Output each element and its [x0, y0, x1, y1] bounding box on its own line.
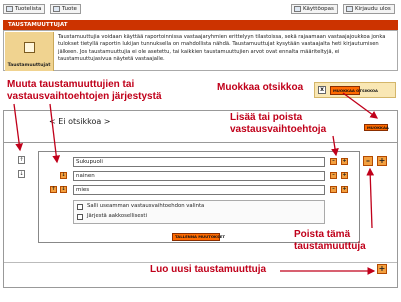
annotation-create-new: Luo uusi taustamuuttuja — [150, 264, 267, 275]
save-changes-button[interactable]: TALLENNA MUUTOKSET — [172, 233, 225, 241]
logout-button[interactable]: Kirjaudu ulos — [343, 4, 395, 14]
help-label: Käyttöopas — [303, 6, 334, 12]
product-button[interactable]: Tuote — [50, 4, 81, 14]
annotation-add-remove-options: Lisää tai poista vastausvaihtoehtoja — [230, 112, 327, 135]
remove-option-button[interactable]: – — [330, 172, 337, 179]
minus-icon: – — [332, 172, 335, 178]
minus-icon: – — [332, 158, 335, 164]
option-input[interactable]: mies — [73, 185, 325, 195]
add-option-button[interactable]: + — [341, 158, 348, 165]
variable-name-input[interactable]: Sukupuoli — [73, 157, 325, 167]
edit-title-button[interactable]: MUOKKAA OTSIKKOA — [330, 86, 378, 95]
description-panel: Taustamuuttujat Taustamuuttujia voidaan … — [3, 30, 398, 71]
remove-option-button[interactable]: – — [330, 186, 337, 193]
plus-icon: + — [378, 264, 386, 273]
plus-icon: + — [342, 172, 347, 178]
edit-button[interactable]: MUOKKAA — [364, 124, 389, 131]
add-variable-button[interactable]: + — [377, 156, 387, 166]
arrow-up-icon: ↑ — [19, 157, 24, 163]
annotation-remove-variable: Poista tämä taustamuuttuja — [294, 229, 366, 252]
annotation-reorder: Muuta taustamuuttujien tai vastausvaihto… — [7, 79, 162, 102]
allow-multiple-label: Salli useamman vastausvaihtoehdon valint… — [87, 203, 205, 209]
move-option-up-button[interactable]: ↑ — [50, 186, 57, 193]
move-variable-down-button[interactable]: ↓ — [18, 170, 25, 178]
variables-title: < Ei otsikkoa > — [49, 117, 111, 126]
sort-alphabetically-checkbox[interactable] — [77, 214, 83, 220]
arrow-down-icon: ↓ — [61, 172, 66, 178]
move-option-down-button[interactable]: ↓ — [60, 186, 67, 193]
arrow-down-icon: ↓ — [19, 171, 24, 177]
plus-icon: + — [378, 156, 386, 165]
product-label: Tuote — [62, 6, 77, 12]
title-edit-box: x MUOKKAA OTSIKKOA — [314, 82, 396, 98]
minus-icon: – — [332, 186, 335, 192]
create-variable-button[interactable]: + — [377, 264, 387, 274]
variables-icon — [24, 42, 35, 53]
options-settings: Salli useamman vastausvaihtoehdon valint… — [73, 200, 325, 224]
plus-icon: + — [342, 186, 347, 192]
remove-option-button[interactable]: – — [330, 158, 337, 165]
close-icon[interactable]: x — [318, 86, 326, 94]
list-icon — [6, 6, 13, 12]
background-variables-tile: Taustamuuttujat — [5, 32, 54, 71]
plus-icon: + — [342, 158, 347, 164]
arrow-down-icon: ↓ — [61, 186, 66, 192]
allow-multiple-checkbox[interactable] — [77, 204, 83, 210]
book-icon — [294, 6, 301, 12]
add-option-button[interactable]: + — [341, 186, 348, 193]
remove-variable-button[interactable]: – — [363, 156, 373, 166]
divider — [4, 262, 397, 263]
description-text: Taustamuuttujia voidaan käyttää raportoi… — [58, 34, 386, 62]
back-label: Tuotelista — [15, 6, 42, 12]
product-icon — [53, 6, 60, 12]
option-input[interactable]: nainen — [73, 171, 325, 181]
section-banner: TAUSTAMUUTTUJAT — [3, 20, 398, 30]
minus-icon: – — [366, 156, 370, 165]
logout-label: Kirjaudu ulos — [355, 6, 391, 12]
move-option-down-button[interactable]: ↓ — [60, 172, 67, 179]
move-variable-up-button[interactable]: ↑ — [18, 156, 25, 164]
sort-alphabetically-label: Järjestä aakkosellisesti — [87, 213, 147, 219]
logout-icon — [346, 6, 353, 12]
arrow-up-icon: ↑ — [51, 186, 56, 192]
help-guide-button[interactable]: Käyttöopas — [291, 4, 338, 14]
tile-label: Taustamuuttujat — [7, 63, 51, 68]
back-to-product-list-button[interactable]: Tuotelista — [3, 4, 46, 14]
add-option-button[interactable]: + — [341, 172, 348, 179]
